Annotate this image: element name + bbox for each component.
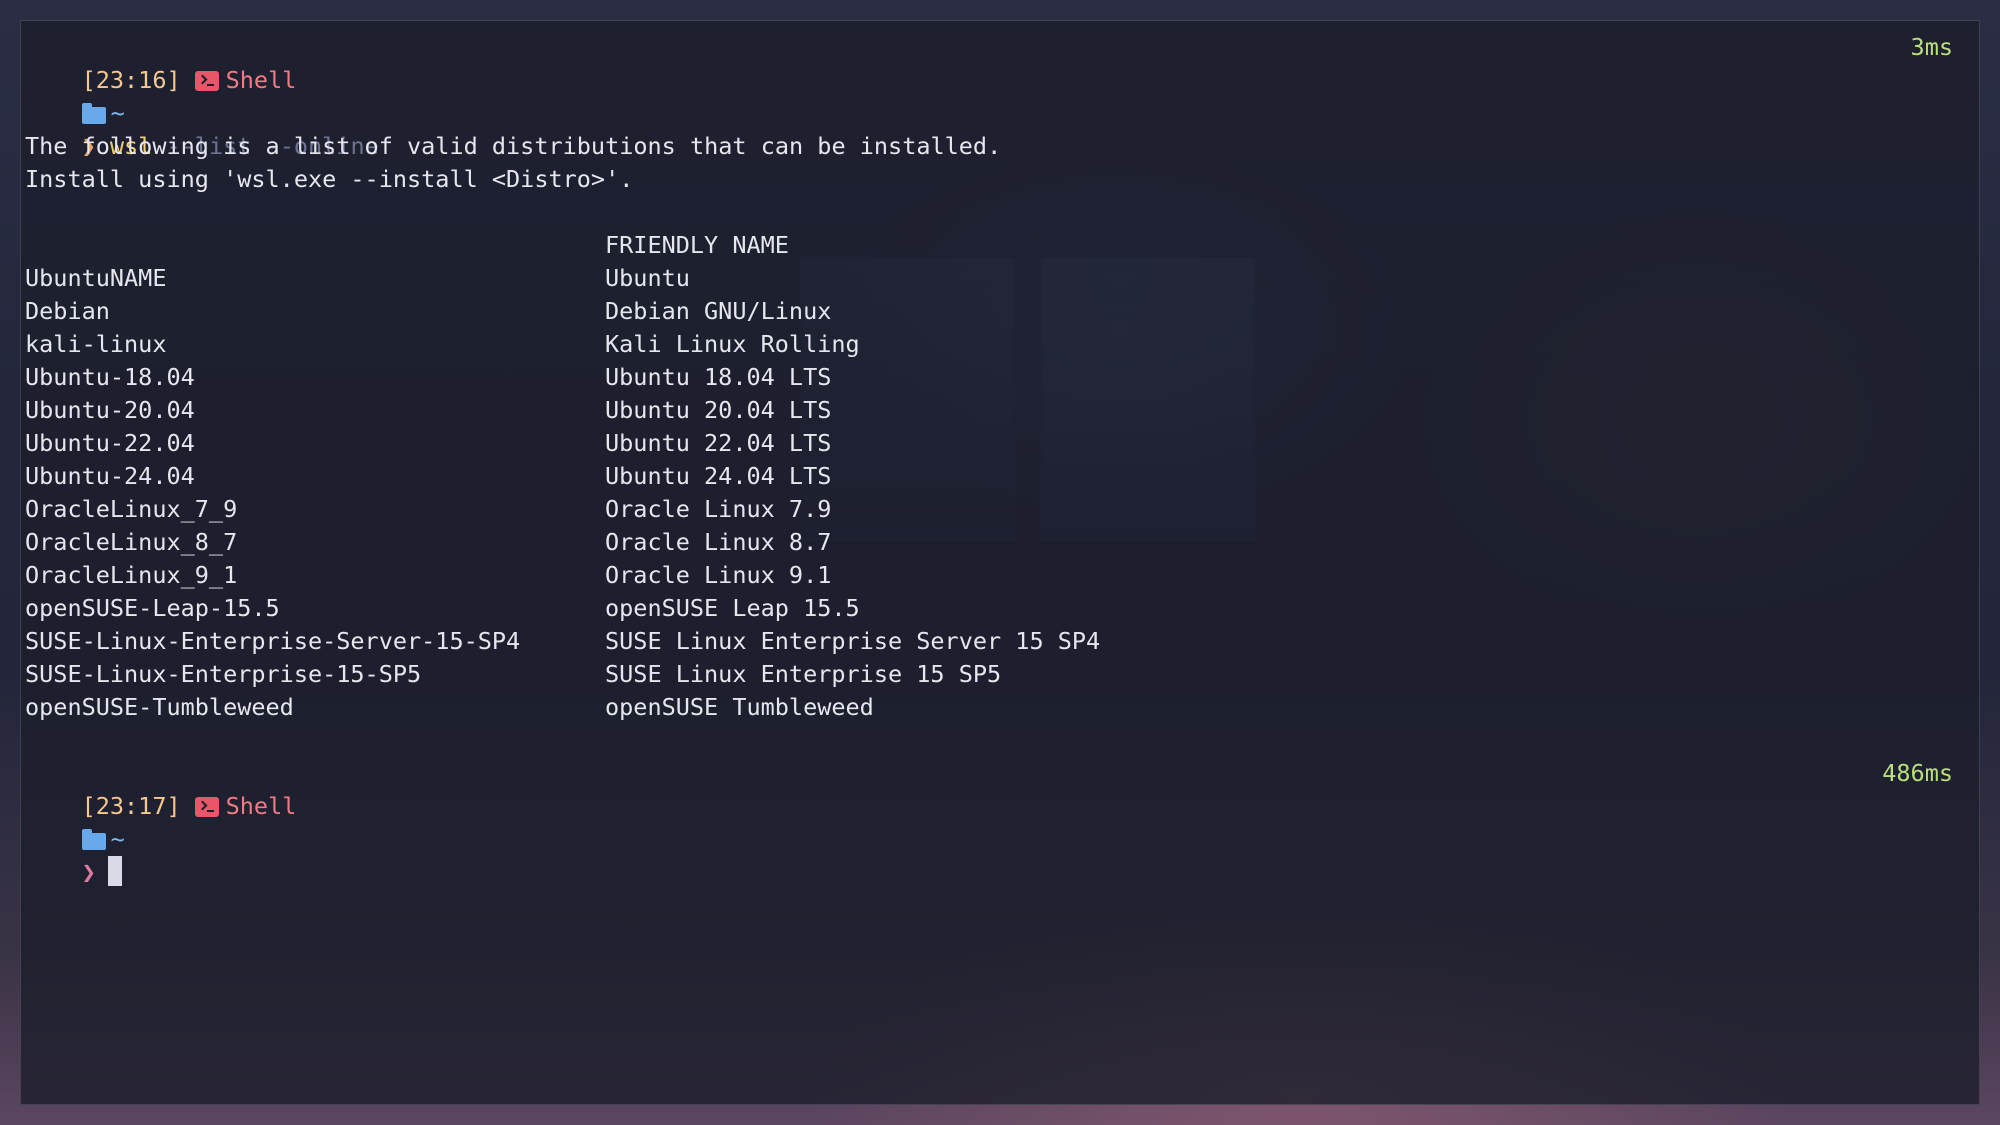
distro-name: OracleLinux_8_7	[25, 528, 238, 556]
distro-name: Ubuntu-18.04	[25, 363, 195, 391]
duration-2: 486ms	[1882, 757, 1953, 790]
header-friendly-name: FRIENDLY NAME	[605, 231, 789, 259]
distro-name: openSUSE-Leap-15.5	[25, 594, 280, 622]
table-row: OracleLinux_7_9 Oracle Linux 7.9	[25, 493, 831, 526]
table-header-row: NAME FRIENDLY NAME	[25, 229, 789, 292]
table-row: Debian Debian GNU/Linux	[25, 295, 831, 328]
terminal-icon	[194, 797, 219, 817]
distro-friendly-name: Ubuntu 20.04 LTS	[605, 396, 832, 424]
prompt-chevron-icon: ❯	[81, 858, 96, 886]
distro-friendly-name: openSUSE Tumbleweed	[605, 693, 874, 721]
output-intro-1: The following is a list of valid distrib…	[25, 132, 1002, 160]
distro-name: kali-linux	[25, 330, 167, 358]
distro-friendly-name: openSUSE Leap 15.5	[605, 594, 860, 622]
terminal-icon	[194, 71, 219, 91]
header-name: NAME	[109, 264, 167, 292]
table-row: SUSE-Linux-Enterprise-Server-15-SP4 SUSE …	[25, 625, 1100, 658]
table-row: Ubuntu-24.04 Ubuntu 24.04 LTS	[25, 460, 831, 493]
path-line-1: ~	[25, 64, 125, 127]
distro-name: Ubuntu	[25, 264, 110, 292]
distro-friendly-name: Oracle Linux 8.7	[605, 528, 832, 556]
shell-label: Shell	[225, 792, 297, 820]
distro-name: Ubuntu-20.04	[25, 396, 195, 424]
command-line-1: ❯ wsl --list --online	[25, 97, 379, 160]
table-row: Ubuntu-20.04 Ubuntu 20.04 LTS	[25, 394, 831, 427]
table-row: Ubuntu Ubuntu	[25, 262, 690, 295]
distro-friendly-name: Kali Linux Rolling	[605, 330, 860, 358]
distro-name: OracleLinux_7_9	[25, 495, 238, 523]
distro-friendly-name: Ubuntu 22.04 LTS	[605, 429, 832, 457]
table-row: openSUSE-Leap-15.5 openSUSE Leap 15.5	[25, 592, 860, 625]
table-row: openSUSE-Tumbleweed openSUSE Tumbleweed	[25, 691, 874, 724]
table-row: Ubuntu-18.04 Ubuntu 18.04 LTS	[25, 361, 831, 394]
command-line-2[interactable]: ❯	[25, 823, 122, 886]
distro-friendly-name: Ubuntu 18.04 LTS	[605, 363, 832, 391]
distro-name: openSUSE-Tumbleweed	[25, 693, 294, 721]
distro-name: Ubuntu-22.04	[25, 429, 195, 457]
distro-name: OracleLinux_9_1	[25, 561, 238, 589]
distro-friendly-name: Oracle Linux 7.9	[605, 495, 832, 523]
output-intro-2: Install using 'wsl.exe --install <Distro…	[25, 165, 634, 193]
distro-friendly-name: Oracle Linux 9.1	[605, 561, 832, 589]
distro-friendly-name: Ubuntu	[605, 264, 690, 292]
path-line-2: ~	[25, 790, 125, 853]
distro-name: SUSE-Linux-Enterprise-Server-15-SP4	[25, 627, 521, 655]
distro-name: Ubuntu-24.04	[25, 462, 195, 490]
distro-name: SUSE-Linux-Enterprise-15-SP5	[25, 660, 422, 688]
distro-friendly-name: SUSE Linux Enterprise 15 SP5	[605, 660, 1002, 688]
distro-friendly-name: Ubuntu 24.04 LTS	[605, 462, 832, 490]
shell-label: Shell	[225, 66, 297, 94]
table-row: SUSE-Linux-Enterprise-15-SP5 SUSE Linux E…	[25, 658, 1001, 691]
command-duration: 486ms	[1882, 759, 1953, 787]
terminal-window[interactable]: [23:16] Shell 3ms ~ ❯ wsl --list --online…	[20, 20, 1980, 1105]
command-duration: 3ms	[1910, 33, 1953, 61]
prompt-header-2: [23:17] Shell	[25, 757, 297, 820]
table-row: Ubuntu-22.04 Ubuntu 22.04 LTS	[25, 427, 831, 460]
distro-friendly-name: SUSE Linux Enterprise Server 15 SP4	[605, 627, 1101, 655]
table-row: OracleLinux_8_7 Oracle Linux 8.7	[25, 526, 831, 559]
duration-1: 3ms	[1911, 31, 1953, 64]
table-row: OracleLinux_9_1 Oracle Linux 9.1	[25, 559, 831, 592]
text-cursor[interactable]	[107, 856, 122, 886]
distro-name: Debian	[25, 297, 110, 325]
table-row: kali-linux Kali Linux Rolling	[25, 328, 860, 361]
prompt-header-1: [23:16] Shell	[25, 31, 297, 94]
distro-friendly-name: Debian GNU/Linux	[605, 297, 832, 325]
